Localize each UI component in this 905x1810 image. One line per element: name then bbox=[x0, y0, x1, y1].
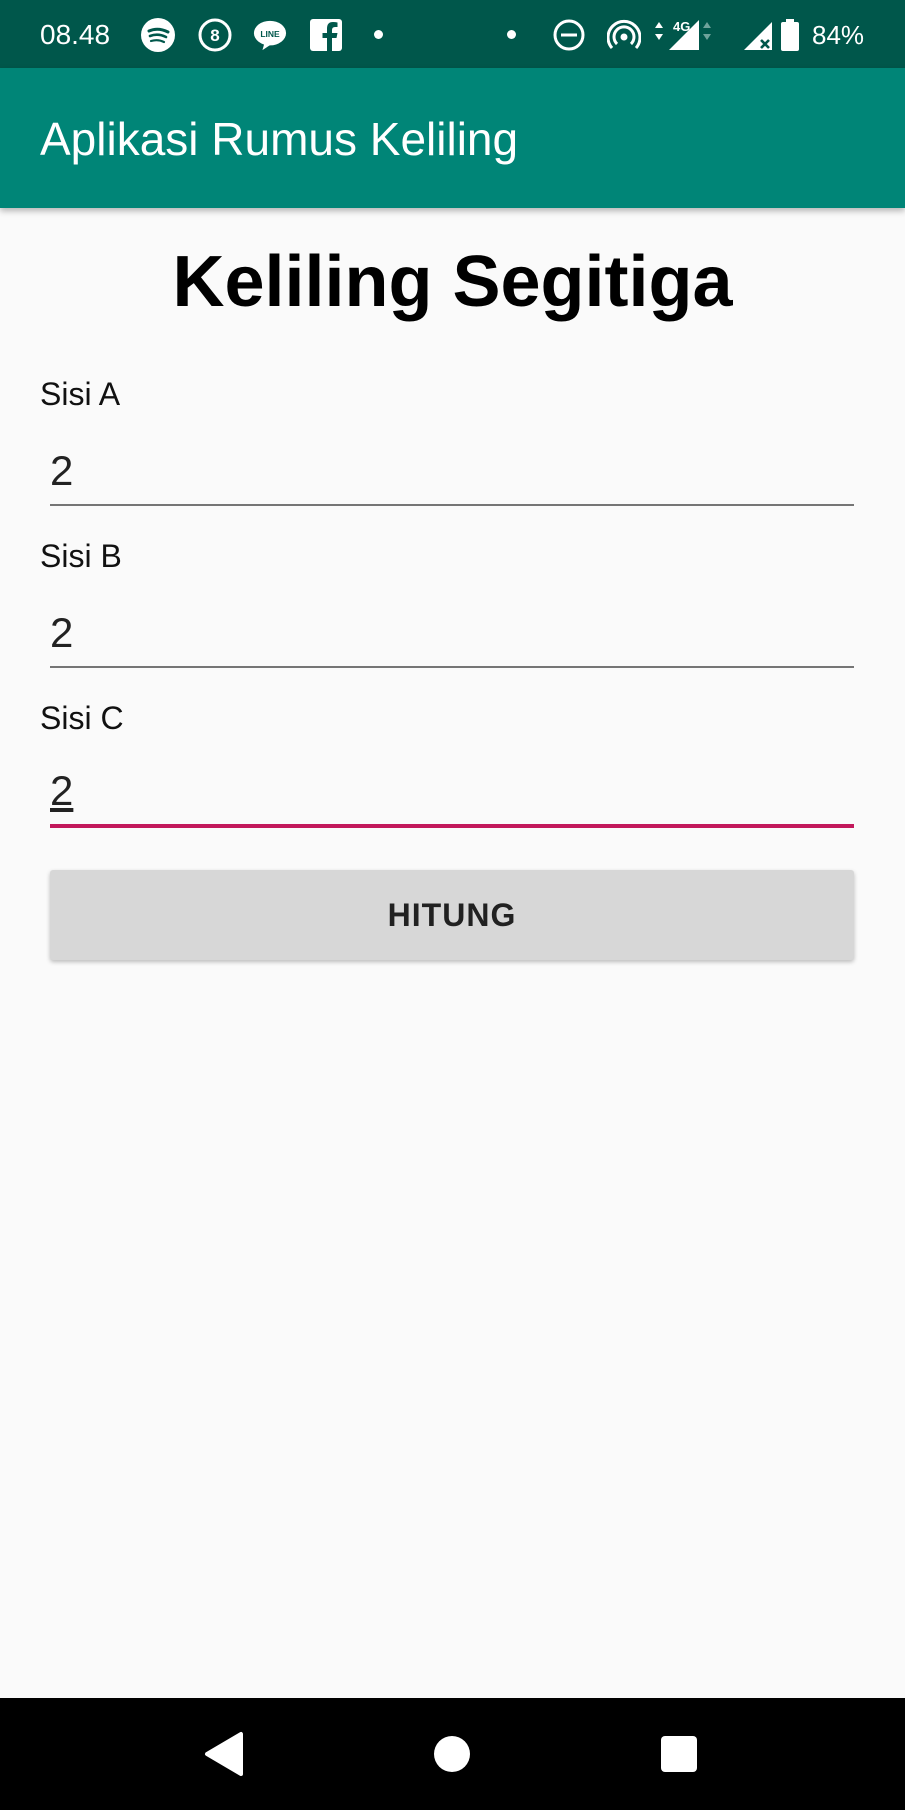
battery-icon bbox=[781, 19, 799, 51]
back-icon[interactable] bbox=[197, 1726, 253, 1782]
navigation-bar bbox=[0, 1698, 905, 1810]
app-bar: Aplikasi Rumus Keliling bbox=[0, 68, 905, 208]
sisi-a-input[interactable] bbox=[50, 438, 854, 506]
spotify-icon bbox=[141, 18, 175, 52]
sisi-b-label: Sisi B bbox=[40, 538, 122, 574]
page-title: Keliling Segitiga bbox=[172, 242, 733, 322]
hitung-button[interactable]: HITUNG bbox=[50, 870, 854, 960]
notification-8-icon: 8 bbox=[198, 18, 232, 52]
sisi-c-input[interactable] bbox=[50, 758, 854, 828]
sisi-c-label: Sisi C bbox=[40, 700, 124, 736]
battery-percent: 84% bbox=[812, 20, 865, 50]
svg-text:LINE: LINE bbox=[260, 29, 280, 39]
hotspot-icon bbox=[607, 19, 641, 49]
signal-4g-icon: 4G bbox=[655, 19, 711, 50]
status-bar: 08.48 8 LINE 4G 84% bbox=[0, 0, 905, 68]
main-content: Keliling Segitiga Sisi A Sisi B Sisi C H… bbox=[0, 208, 905, 1698]
sisi-b-input[interactable] bbox=[50, 600, 854, 668]
recents-icon[interactable] bbox=[651, 1726, 707, 1782]
svg-text:8: 8 bbox=[210, 26, 219, 45]
line-icon: LINE bbox=[253, 20, 287, 51]
do-not-disturb-icon bbox=[553, 19, 585, 51]
app-title: Aplikasi Rumus Keliling bbox=[40, 113, 519, 165]
status-time: 08.48 bbox=[40, 19, 111, 50]
dot-icon bbox=[374, 30, 383, 39]
home-icon[interactable] bbox=[424, 1726, 480, 1782]
sisi-a-label: Sisi A bbox=[40, 376, 121, 412]
facebook-icon bbox=[310, 19, 342, 52]
signal-no-sim-icon bbox=[744, 22, 772, 50]
dot-icon bbox=[507, 30, 516, 39]
